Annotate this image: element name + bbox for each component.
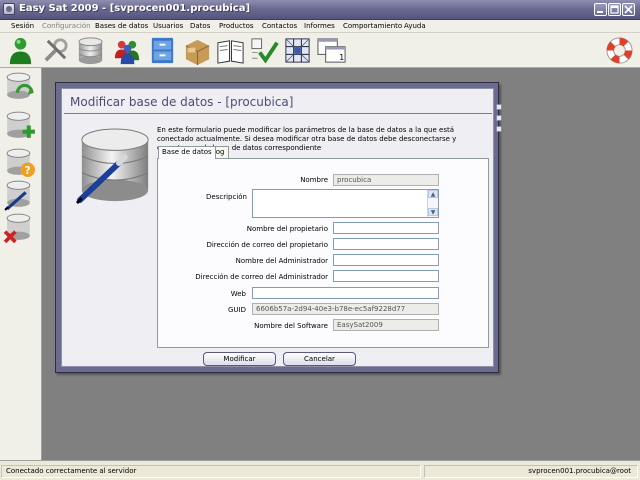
correo-propietario-label: Dirección de correo del propietario	[206, 241, 328, 249]
users-group-icon[interactable]	[112, 35, 143, 66]
network-grid-icon[interactable]	[282, 35, 313, 66]
maximize-icon	[610, 5, 619, 14]
menu-configuracion[interactable]: Configuración	[42, 22, 91, 30]
menu-productos[interactable]: Productos	[219, 22, 254, 30]
database-icon[interactable]	[75, 35, 106, 66]
close-icon	[624, 5, 633, 14]
tools-icon[interactable]	[40, 35, 71, 66]
web-field[interactable]	[252, 287, 439, 299]
correo-administrador-field[interactable]	[333, 270, 439, 282]
title-bar: Easy Sat 2009 - [svprocen001.procubica]	[0, 0, 640, 20]
tab-content	[157, 158, 489, 348]
app-icon[interactable]	[3, 3, 15, 15]
window-title: Easy Sat 2009 - [svprocen001.procubica]	[19, 3, 251, 14]
menu-sesion[interactable]: Sesión	[11, 22, 34, 30]
sidebar: ?	[0, 68, 42, 460]
database-delete-icon[interactable]	[3, 211, 36, 244]
menu-informes[interactable]: Informes	[304, 22, 335, 30]
database-add-icon[interactable]	[3, 109, 36, 142]
menu-contactos[interactable]: Contactos	[262, 22, 297, 30]
minimize-icon	[597, 11, 603, 13]
nombre-administrador-field[interactable]	[333, 254, 439, 266]
software-label: Nombre del Software	[254, 322, 328, 330]
correo-propietario-field[interactable]	[333, 238, 439, 250]
scroll-down-icon[interactable]: ▼	[428, 208, 438, 216]
menu-datos[interactable]: Datos	[190, 22, 210, 30]
menu-usuarios[interactable]: Usuarios	[153, 22, 183, 30]
svg-text:?: ?	[25, 165, 31, 177]
windows-icon[interactable]: 1	[316, 35, 347, 66]
web-label: Web	[230, 290, 246, 298]
checklist-icon[interactable]	[248, 35, 279, 66]
panel-handle[interactable]	[496, 104, 502, 110]
box-icon[interactable]	[182, 35, 213, 66]
modify-button[interactable]: Modificar	[203, 352, 276, 366]
maximize-button[interactable]	[608, 3, 621, 16]
close-button[interactable]	[622, 3, 635, 16]
nombre-administrador-label: Nombre del Administrador	[235, 257, 328, 265]
nombre-propietario-field[interactable]	[333, 222, 439, 234]
connection-info: svprocen001.procubica@root	[424, 465, 638, 478]
database-refresh-icon[interactable]	[3, 70, 36, 103]
software-field[interactable]	[333, 319, 439, 331]
descripcion-field[interactable]	[252, 189, 439, 218]
descripcion-label: Descripción	[206, 193, 247, 201]
title-divider	[64, 113, 492, 114]
database-edit-icon[interactable]	[3, 178, 36, 211]
panel-handle[interactable]	[496, 115, 502, 121]
tab-base-de-datos[interactable]: Base de datos	[158, 146, 216, 159]
svg-text:1: 1	[339, 53, 344, 62]
nombre-label: Nombre	[300, 176, 328, 184]
guid-field[interactable]	[252, 303, 439, 315]
status-message: Conectado correctamente al servidor	[1, 465, 421, 478]
cancel-button[interactable]: Cancelar	[283, 352, 356, 366]
menu-bases-de-datos[interactable]: Bases de datos	[95, 22, 148, 30]
panel-handle[interactable]	[496, 126, 502, 132]
menu-ayuda[interactable]: Ayuda	[404, 22, 426, 30]
lifebuoy-icon[interactable]	[604, 35, 635, 66]
nombre-field[interactable]	[333, 174, 439, 186]
database-help-icon[interactable]: ?	[3, 146, 36, 179]
correo-administrador-label: Dirección de correo del Administrador	[195, 273, 328, 281]
book-icon[interactable]	[215, 35, 246, 66]
toolbar: 1	[0, 33, 640, 68]
database-edit-graphic	[76, 128, 149, 204]
menu-comportamiento[interactable]: Comportamiento	[343, 22, 402, 30]
menu-bar: Sesión Configuración Bases de datos Usua…	[0, 20, 640, 33]
minimize-button[interactable]	[594, 3, 607, 16]
status-bar: Conectado correctamente al servidor svpr…	[0, 460, 640, 480]
panel-title: Modificar base de datos - [procubica]	[70, 95, 294, 109]
file-cabinet-icon[interactable]	[147, 35, 178, 66]
guid-label: GUID	[227, 306, 246, 314]
nombre-propietario-label: Nombre del propietario	[246, 225, 328, 233]
descripcion-scrollbar[interactable]: ▲ ▼	[427, 190, 438, 217]
scroll-up-icon[interactable]: ▲	[428, 190, 438, 198]
user-login-icon[interactable]	[5, 35, 36, 66]
